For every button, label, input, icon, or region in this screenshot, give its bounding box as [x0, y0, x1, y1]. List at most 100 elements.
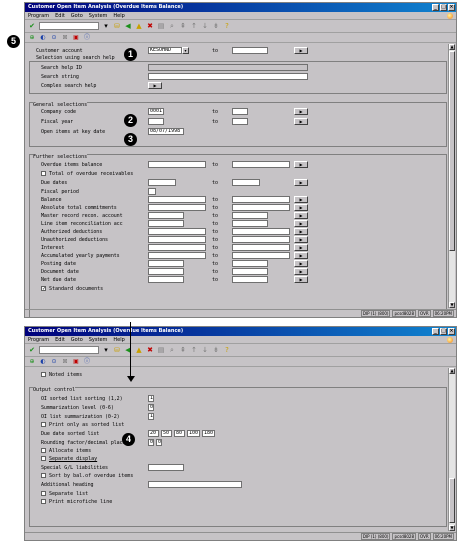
posting-date-from-field[interactable]	[148, 260, 184, 267]
info-icon[interactable]: ⓘ	[83, 34, 91, 42]
decimal-places-field[interactable]: 0	[156, 439, 162, 446]
minimize-button[interactable]: _	[432, 328, 439, 335]
customer-account-from-field[interactable]: KESOHND	[148, 47, 182, 54]
next-page-icon[interactable]: ↓	[201, 346, 209, 354]
sort-balance-checkbox[interactable]	[41, 473, 46, 478]
multiple-selection-button[interactable]: ▶	[294, 276, 308, 283]
maximize-button[interactable]: □	[440, 4, 447, 11]
scroll-down-icon[interactable]: ▼	[449, 525, 455, 531]
get-variant-icon[interactable]: ◐	[39, 34, 47, 42]
microfiche-checkbox[interactable]	[41, 499, 46, 504]
scroll-down-icon[interactable]: ▼	[449, 302, 455, 308]
company-code-to-field[interactable]	[232, 108, 248, 115]
separate-display-checkbox[interactable]	[41, 456, 46, 461]
last-page-icon[interactable]: ⇟	[212, 22, 220, 30]
separate-list-checkbox[interactable]	[41, 491, 46, 496]
multiple-selection-button[interactable]: ▶	[294, 244, 308, 251]
line-item-recon-to-field[interactable]	[232, 220, 268, 227]
cancel-icon[interactable]: ✖	[146, 346, 154, 354]
help-icon[interactable]: ?	[223, 346, 231, 354]
maximize-button[interactable]: □	[440, 328, 447, 335]
dynamic-selections-icon[interactable]: ▣	[72, 34, 80, 42]
multiple-selection-button[interactable]: ▶	[294, 212, 308, 219]
vertical-scrollbar[interactable]: ▲ ▼	[448, 368, 455, 531]
first-page-icon[interactable]: ⇞	[179, 22, 187, 30]
find-icon[interactable]: ⌕	[168, 346, 176, 354]
fiscal-year-to-field[interactable]	[232, 118, 248, 125]
command-field[interactable]	[39, 346, 99, 354]
close-button[interactable]: ×	[448, 328, 455, 335]
multiple-selection-button[interactable]: ▶	[294, 196, 308, 203]
multiple-selection-button[interactable]: ▶	[294, 108, 308, 115]
total-overdue-checkbox[interactable]	[41, 171, 46, 176]
company-code-from-field[interactable]: 0001	[148, 108, 164, 115]
unauthorized-deductions-to-field[interactable]	[232, 236, 290, 243]
menu-help[interactable]: Help	[113, 12, 124, 19]
multiple-selection-button[interactable]: ▶	[294, 220, 308, 227]
menu-edit[interactable]: Edit	[55, 336, 65, 343]
print-icon[interactable]: ▤	[157, 22, 165, 30]
menu-edit[interactable]: Edit	[55, 12, 65, 19]
selection-options-icon[interactable]: ⊙	[50, 358, 58, 366]
menu-goto[interactable]: Goto	[71, 336, 83, 343]
posting-date-to-field[interactable]	[232, 260, 268, 267]
prev-page-icon[interactable]: ↑	[190, 22, 198, 30]
balance-to-field[interactable]	[232, 196, 290, 203]
next-page-icon[interactable]: ↓	[201, 22, 209, 30]
info-icon[interactable]: ⓘ	[83, 358, 91, 366]
delete-selection-icon[interactable]: ⊠	[61, 34, 69, 42]
fiscal-year-from-field[interactable]	[148, 118, 164, 125]
print-icon[interactable]: ▤	[157, 346, 165, 354]
cancel-icon[interactable]: ✖	[146, 22, 154, 30]
due-date-field-4[interactable]: 100	[187, 430, 200, 437]
overdue-balance-from-field[interactable]	[148, 161, 206, 168]
noted-items-checkbox[interactable]	[41, 372, 46, 377]
commitments-to-field[interactable]	[232, 204, 290, 211]
fiscal-period-field[interactable]	[148, 188, 156, 195]
customer-account-to-field[interactable]	[232, 47, 268, 54]
line-item-recon-from-field[interactable]	[148, 220, 184, 227]
back-icon[interactable]: ◀	[124, 22, 132, 30]
menu-program[interactable]: Program	[28, 12, 49, 19]
selection-options-icon[interactable]: ⊙	[50, 34, 58, 42]
menu-system[interactable]: System	[89, 12, 108, 19]
vertical-scrollbar[interactable]: ▲ ▼	[448, 44, 455, 308]
command-dropdown-icon[interactable]: ▾	[102, 346, 110, 354]
print-sorted-checkbox[interactable]	[41, 422, 46, 427]
summarization-level-field[interactable]: 0	[148, 404, 154, 411]
complex-search-button[interactable]: ▶	[148, 82, 162, 89]
document-date-from-field[interactable]	[148, 268, 184, 275]
balance-from-field[interactable]	[148, 196, 206, 203]
dynamic-selections-icon[interactable]: ▣	[72, 358, 80, 366]
open-items-key-date-field[interactable]: 08/07/1998	[148, 128, 184, 135]
command-dropdown-icon[interactable]: ▾	[102, 22, 110, 30]
exit-icon[interactable]: ▲	[135, 346, 143, 354]
unauthorized-deductions-from-field[interactable]	[148, 236, 206, 243]
delete-selection-icon[interactable]: ⊠	[61, 358, 69, 366]
multiple-selection-button[interactable]: ▶	[294, 47, 308, 54]
authorized-deductions-to-field[interactable]	[232, 228, 290, 235]
enter-check-icon[interactable]: ✔	[28, 346, 36, 354]
multiple-selection-button[interactable]: ▶	[294, 228, 308, 235]
menu-program[interactable]: Program	[28, 336, 49, 343]
recon-account-to-field[interactable]	[232, 212, 268, 219]
allocate-items-checkbox[interactable]	[41, 448, 46, 453]
save-icon[interactable]: ⛁	[113, 346, 121, 354]
interest-to-field[interactable]	[232, 244, 290, 251]
special-gl-field[interactable]	[148, 464, 184, 471]
minimize-button[interactable]: _	[432, 4, 439, 11]
due-date-field-3[interactable]: 80	[174, 430, 185, 437]
close-button[interactable]: ×	[448, 4, 455, 11]
due-date-field-1[interactable]: 20	[148, 430, 159, 437]
due-dates-from-field[interactable]	[148, 179, 176, 186]
search-help-id-field[interactable]	[148, 64, 308, 71]
save-icon[interactable]: ⛁	[113, 22, 121, 30]
multiple-selection-button[interactable]: ▶	[294, 179, 308, 186]
execute-icon[interactable]: ⊕	[28, 358, 36, 366]
search-string-field[interactable]	[148, 73, 308, 80]
multiple-selection-button[interactable]: ▶	[294, 268, 308, 275]
multiple-selection-button[interactable]: ▶	[294, 118, 308, 125]
get-variant-icon[interactable]: ◐	[39, 358, 47, 366]
multiple-selection-button[interactable]: ▶	[294, 236, 308, 243]
net-due-date-from-field[interactable]	[148, 276, 184, 283]
